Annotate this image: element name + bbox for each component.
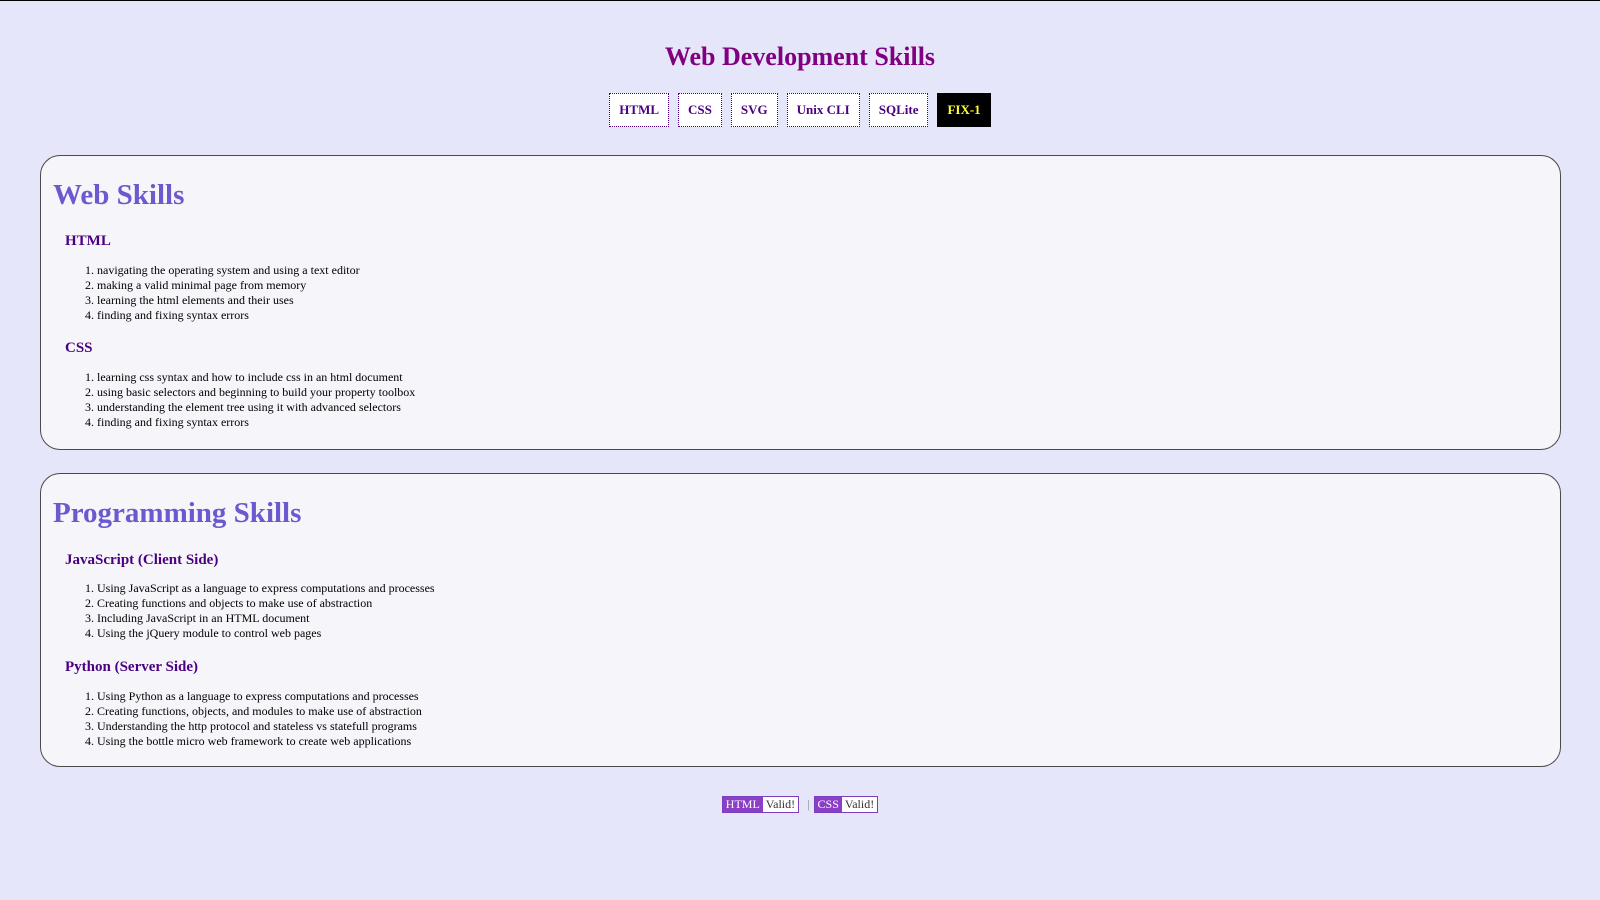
section-title: Programming Skills	[53, 497, 302, 529]
nav-unix-cli[interactable]: Unix CLI	[786, 93, 860, 127]
html-heading: HTML	[65, 233, 111, 249]
css-skill-list: learning css syntax and how to include c…	[65, 370, 415, 430]
css-badge-tag: CSS	[814, 797, 842, 812]
html-skill-list: navigating the operating system and usin…	[65, 263, 360, 323]
css-heading: CSS	[65, 340, 93, 356]
nav-fix-1[interactable]: FIX-1	[937, 93, 991, 127]
nav-svg[interactable]: SVG	[730, 93, 778, 127]
nav-html[interactable]: HTML	[609, 93, 670, 127]
list-item: Including JavaScript in an HTML document	[97, 611, 435, 626]
list-item: navigating the operating system and usin…	[97, 263, 360, 278]
list-item: finding and fixing syntax errors	[97, 308, 360, 323]
nav-sqlite[interactable]: SQLite	[868, 93, 929, 127]
list-item: Using the bottle micro web framework to …	[97, 734, 422, 749]
html-badge-tag: HTML	[722, 797, 763, 812]
list-item: Understanding the http protocol and stat…	[97, 719, 422, 734]
css-valid-badge[interactable]: CSS Valid!	[813, 796, 879, 813]
page-title: Web Development Skills	[664, 42, 936, 71]
css-badge-status: Valid!	[841, 797, 878, 812]
python-heading: Python (Server Side)	[65, 659, 199, 675]
section-title: Web Skills	[53, 179, 185, 211]
list-item: learning the html elements and their use…	[97, 293, 360, 308]
python-skill-list: Using Python as a language to express co…	[65, 689, 422, 749]
nav-css[interactable]: CSS	[678, 93, 722, 127]
list-item: Using the jQuery module to control web p…	[97, 626, 435, 641]
web-skills-section: Web Skills HTML navigating the operating…	[40, 155, 1561, 450]
list-item: understanding the element tree using it …	[97, 400, 415, 415]
list-item: finding and fixing syntax errors	[97, 415, 415, 430]
javascript-heading: JavaScript (Client Side)	[65, 552, 219, 568]
list-item: Using Python as a language to express co…	[97, 689, 422, 704]
html-valid-badge[interactable]: HTML Valid!	[721, 796, 800, 813]
html-badge-status: Valid!	[762, 797, 799, 812]
list-item: using basic selectors and beginning to b…	[97, 385, 415, 400]
list-item: making a valid minimal page from memory	[97, 278, 360, 293]
javascript-skill-list: Using JavaScript as a language to expres…	[65, 581, 435, 641]
footer-separator: |	[807, 797, 810, 811]
validation-footer: HTML Valid! | CSS Valid!	[0, 796, 1600, 813]
programming-skills-section: Programming Skills JavaScript (Client Si…	[40, 473, 1561, 767]
list-item: Creating functions, objects, and modules…	[97, 704, 422, 719]
list-item: Creating functions and objects to make u…	[97, 596, 435, 611]
main-nav: HTML CSS SVG Unix CLI SQLite FIX-1	[0, 93, 1600, 127]
list-item: learning css syntax and how to include c…	[97, 370, 415, 385]
list-item: Using JavaScript as a language to expres…	[97, 581, 435, 596]
